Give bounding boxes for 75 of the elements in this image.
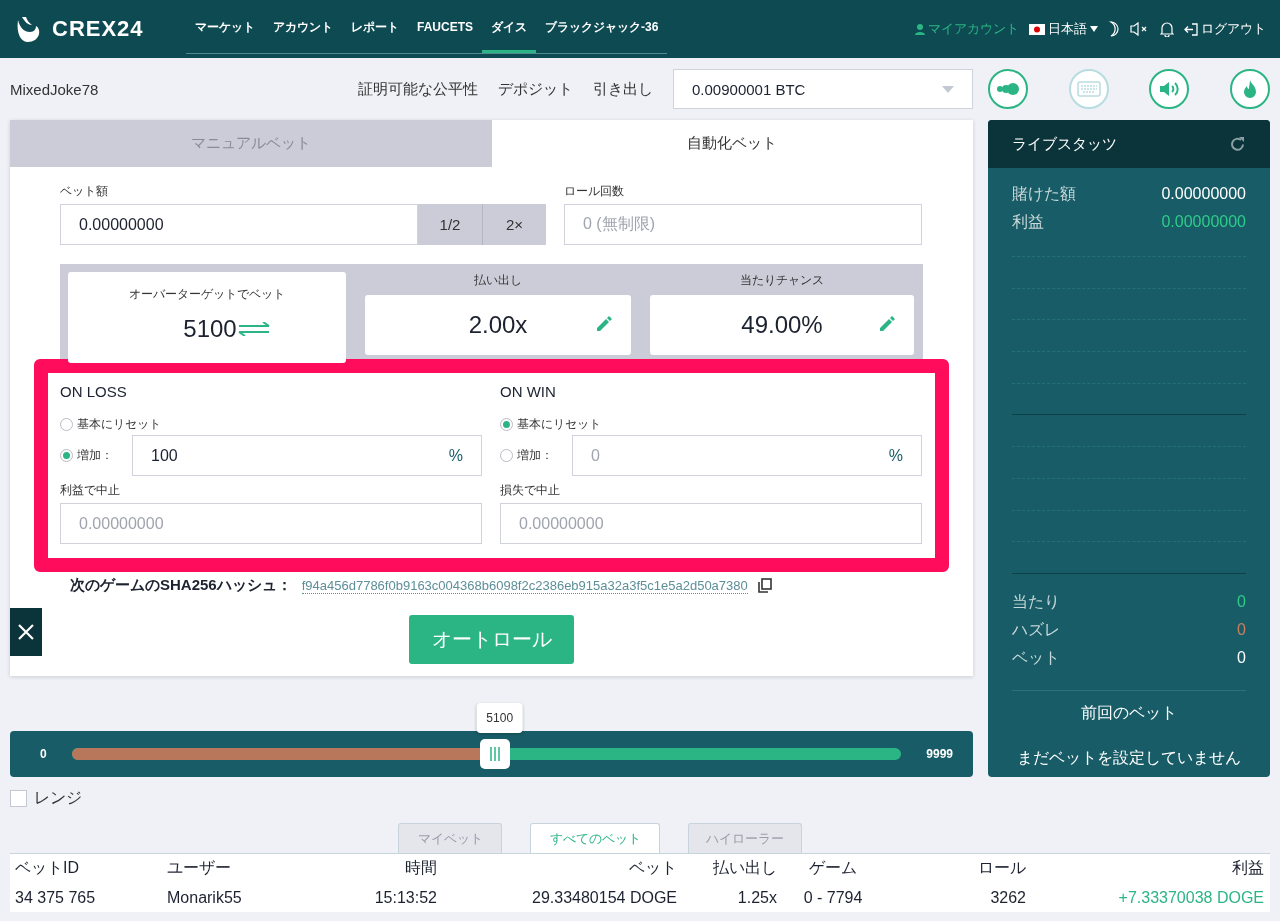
column-header: ベットID — [15, 858, 80, 878]
stat-label: 当たり — [1012, 592, 1060, 612]
field-label: 損失で中止 — [500, 482, 561, 499]
half-button[interactable]: 1/2 — [418, 204, 482, 245]
table-cell-text: 3262 — [989, 888, 1026, 907]
column-header: 利益 — [1231, 858, 1264, 878]
payout-label: 払い出し — [473, 272, 523, 289]
account-link[interactable]: マイアカウント — [915, 20, 1019, 38]
stat-label: ベット — [1012, 648, 1060, 668]
bet-amount-field[interactable]: 0.00000000 — [60, 204, 418, 245]
logo-text: CREX24 — [52, 16, 144, 42]
radio-option[interactable]: 増加： — [60, 447, 113, 464]
table-cell-text: Monarik55 — [167, 888, 243, 907]
range-option[interactable]: レンジ — [10, 788, 973, 809]
table-cell-text: 1.25x — [736, 888, 777, 907]
table-cell-text: 15:13:52 — [373, 888, 437, 907]
increase-field[interactable]: 0 % — [572, 435, 922, 476]
field-label: ベット額 — [60, 183, 109, 200]
strategy-title: ON LOSS — [60, 383, 128, 400]
stat-label: 利益 — [1012, 212, 1044, 232]
table-cell-text: 29.33480154 DOGE — [531, 888, 677, 907]
column-header: 払い出し — [712, 858, 777, 878]
table-cell-text: 0 - 7794 — [802, 888, 864, 907]
radio-option[interactable]: 基本にリセット — [500, 416, 922, 433]
chance-field[interactable]: 49.00% — [650, 295, 914, 355]
payout-field[interactable]: 2.00x — [365, 295, 631, 355]
nav-item[interactable]: ブラックジャック-36 — [536, 4, 668, 53]
last-bet-empty: まだベットを設定していません — [1016, 748, 1242, 768]
chance-label: 当たりチャンス — [739, 272, 825, 289]
hash-label: 次のゲームのSHA256ハッシュ： — [70, 576, 292, 595]
field-label: ロール回数 — [564, 183, 625, 200]
top-link[interactable]: 証明可能な公平性 — [358, 79, 478, 99]
stat-label: ハズレ — [1012, 620, 1060, 640]
target-label: オーバーターゲットでベット — [129, 286, 285, 303]
panel-title: ライブスタッツ — [1012, 134, 1117, 154]
field-label: 利益で中止 — [60, 482, 121, 499]
nav-item[interactable]: FAUCETS — [408, 4, 482, 53]
slider-min: 0 — [40, 747, 47, 761]
username: MixedJoke78 — [10, 80, 99, 98]
table-cell-text: 34 375 765 — [15, 888, 97, 907]
stat-value: 0 — [1237, 620, 1246, 640]
nav-item[interactable]: レポート — [342, 4, 408, 53]
mode-tab[interactable]: 自動化ベット — [491, 120, 973, 167]
increase-field[interactable]: 100 % — [132, 435, 482, 476]
stat-value: 0.00000000 — [1161, 212, 1246, 232]
target-value: 5100 — [183, 315, 237, 343]
stat-value: 0 — [1237, 592, 1246, 612]
slider-tooltip: 5100 — [476, 703, 524, 733]
hash-link[interactable]: f94a456d7786f0b9163c004368b6098f2c2386eb915a32a3f5c1e5a2d50a7380 — [301, 577, 748, 594]
column-header: ベット — [628, 858, 677, 878]
column-header: ロール — [977, 858, 1026, 878]
double-button[interactable]: 2× — [482, 204, 546, 245]
nav-item[interactable]: アカウント — [264, 4, 342, 53]
stat-value: 0 — [1237, 648, 1246, 668]
column-header: ゲーム — [808, 858, 858, 878]
top-link[interactable]: 引き出し — [593, 79, 653, 99]
logout-link[interactable]: ログアウト — [1184, 20, 1266, 38]
stat-value: 0.00000000 — [1161, 184, 1246, 204]
chance-value: 49.00% — [741, 311, 823, 339]
target-card[interactable]: オーバーターゲットでベット 5100 — [68, 272, 346, 363]
stat-label: 賭けた額 — [1012, 184, 1076, 204]
payout-value: 2.00x — [468, 311, 528, 339]
currency-select[interactable]: 0.00900001 BTC — [673, 69, 973, 109]
slider-max: 9999 — [926, 747, 953, 761]
strategy-title: ON WIN — [500, 383, 557, 400]
language-selector[interactable]: 日本語 — [1029, 20, 1098, 38]
nav-item[interactable]: マーケット — [186, 4, 264, 53]
last-bet-title: 前回のベット — [1080, 703, 1178, 723]
table-cell-text: +7.33370038 DOGE — [1117, 888, 1264, 907]
nav-item[interactable]: ダイス — [482, 4, 536, 53]
radio-option[interactable]: 基本にリセット — [60, 416, 482, 433]
top-link[interactable]: デポジット — [498, 79, 573, 99]
radio-option[interactable]: 増加： — [500, 447, 553, 464]
column-header: ユーザー — [167, 858, 232, 878]
column-header: 時間 — [404, 858, 437, 878]
